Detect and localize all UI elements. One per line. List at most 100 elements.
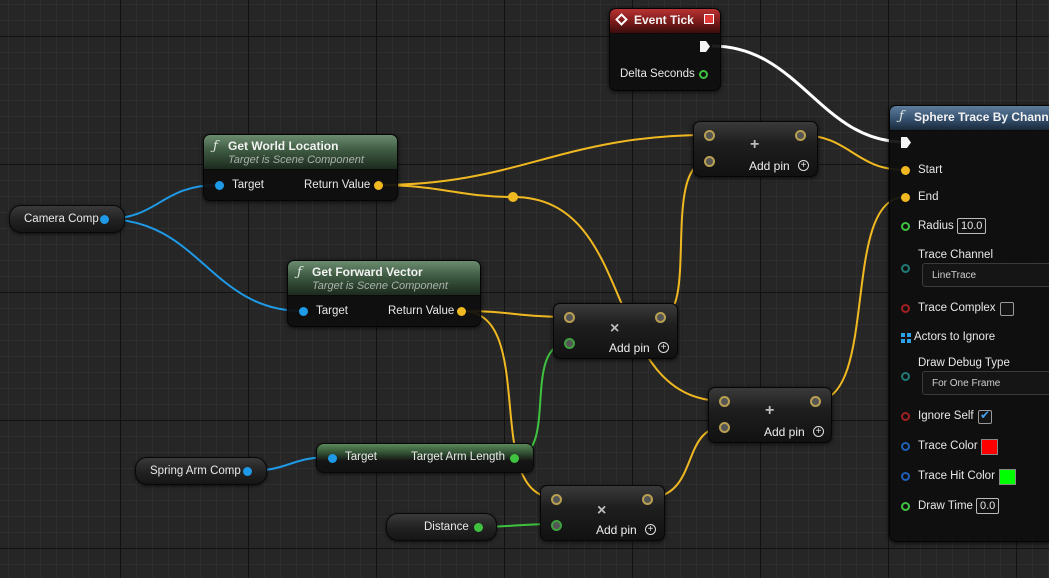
mul-mid-input-b-pin[interactable] [564,338,575,349]
event-stop-icon [704,14,714,24]
get-forward-vector-node[interactable]: ƒ Get Forward Vector Target is Scene Com… [287,260,481,327]
mul-bottom-input-a-pin[interactable] [551,494,562,505]
mul-mid-output-pin[interactable] [655,312,666,323]
event-tick-exec-out-pin[interactable] [700,41,710,52]
get-world-location-header[interactable]: ƒ Get World Location Target is Scene Com… [204,135,397,170]
function-icon: ƒ [213,139,218,154]
add-pin-plus-icon[interactable]: + [798,160,809,171]
camera-to-forward-vector-wire[interactable] [104,218,304,312]
trace-hit-color-pin[interactable] [901,472,910,481]
arm-length-to-mul-mid-wire[interactable] [513,342,570,458]
camera-comp-out-pin[interactable] [100,215,109,224]
trace-hit-color-swatch[interactable] [999,469,1016,485]
draw-time-pin[interactable] [901,502,910,511]
add-right-input-a-pin[interactable] [719,396,730,407]
checkmark-icon: ✔ [980,408,991,422]
add-pin-button[interactable]: Add pin [596,523,637,537]
trace-channel-dropdown[interactable]: LineTrace [922,263,1049,287]
array-grid-icon[interactable] [901,333,911,343]
get-forward-vector-header[interactable]: ƒ Get Forward Vector Target is Scene Com… [288,261,480,296]
add-right-node[interactable]: + Add pin + [708,387,832,443]
mul-bottom-output-pin[interactable] [642,494,653,505]
add-top-input-a-pin[interactable] [704,130,715,141]
trace-hit-color-label: Trace Hit Color [918,470,995,482]
end-pin[interactable] [901,193,910,202]
target-arm-length-node[interactable]: Target Target Arm Length [316,443,534,473]
trace-color-pin[interactable] [901,442,910,451]
add-top-output-pin[interactable] [795,130,806,141]
sphere-trace-exec-in-pin[interactable] [901,137,911,148]
draw-debug-type-value: For One Frame [932,378,1001,389]
world-location-target-label: Target [232,179,264,191]
forward-vector-target-pin[interactable] [299,307,308,316]
ignore-self-pin[interactable] [901,412,910,421]
trace-channel-value: LineTrace [932,270,977,281]
trace-channel-label: Trace Channel [918,249,994,261]
spring-arm-comp-label: Spring Arm Comp [150,465,241,477]
multiply-bottom-node[interactable]: × Add pin + [540,485,665,541]
sphere-trace-node[interactable]: ƒ Sphere Trace By Channel Start End Radi… [889,105,1049,542]
draw-debug-type-dropdown[interactable]: For One Frame [922,371,1049,395]
multiply-symbol: × [597,502,607,519]
event-tick-header[interactable]: Event Tick [610,9,720,34]
world-location-to-knot-wire[interactable] [377,184,514,198]
function-icon: ƒ [297,265,302,280]
sphere-trace-header[interactable]: ƒ Sphere Trace By Channel [890,106,1049,131]
delta-seconds-pin[interactable] [699,70,708,79]
event-tick-title: Event Tick [634,13,694,27]
sphere-trace-title: Sphere Trace By Channel [914,110,1049,124]
get-world-location-subtitle: Target is Scene Component [228,154,364,166]
camera-comp-node[interactable]: Camera Comp [9,205,125,233]
arm-length-output-label: Target Arm Length [411,451,505,463]
add-symbol: + [765,402,775,419]
radius-label: Radius [918,220,954,232]
start-pin[interactable] [901,166,910,175]
world-location-target-pin[interactable] [215,181,224,190]
mul-bottom-input-b-pin[interactable] [551,520,562,531]
spring-arm-comp-out-pin[interactable] [243,467,252,476]
trace-color-swatch[interactable] [981,439,998,455]
arm-length-target-label: Target [345,451,377,463]
trace-complex-pin[interactable] [901,304,910,313]
ignore-self-checkbox[interactable]: ✔ [978,408,992,424]
add-right-output-pin[interactable] [810,396,821,407]
add-pin-button[interactable]: Add pin [749,159,790,173]
trace-channel-pin[interactable] [901,264,910,273]
draw-time-input[interactable]: 0.0 [976,498,1000,514]
start-label: Start [918,164,943,176]
mul-mid-to-add-top-wire[interactable] [659,160,710,318]
add-right-input-b-pin[interactable] [719,422,730,433]
draw-debug-type-pin[interactable] [901,372,910,381]
distance-node[interactable]: Distance [386,513,497,541]
forward-vector-return-label: Return Value [388,305,455,317]
actors-to-ignore-label: Actors to Ignore [914,331,996,343]
add-pin-button[interactable]: Add pin [764,425,805,439]
add-top-node[interactable]: + Add pin + [693,121,818,177]
forward-vector-return-pin[interactable] [457,307,466,316]
world-location-to-add-top-wire[interactable] [377,134,710,186]
trace-complex-checkbox[interactable] [1000,302,1014,316]
event-tick-node[interactable]: Event Tick Delta Seconds [609,8,721,91]
reroute-knot[interactable] [508,192,518,202]
mul-mid-input-a-pin[interactable] [564,312,575,323]
forward-vector-target-label: Target [316,305,348,317]
arm-length-target-pin[interactable] [328,454,337,463]
world-location-return-pin[interactable] [374,181,383,190]
add-pin-plus-icon[interactable]: + [813,426,824,437]
radius-pin[interactable] [901,222,910,231]
add-pin-plus-icon[interactable]: + [645,524,656,535]
arm-length-out-pin[interactable] [510,454,519,463]
multiply-mid-node[interactable]: × Add pin + [553,303,678,359]
distance-label: Distance [424,521,469,533]
add-pin-plus-icon[interactable]: + [658,342,669,353]
get-forward-vector-subtitle: Target is Scene Component [312,280,448,292]
distance-out-pin[interactable] [474,523,483,532]
get-forward-vector-title: Get Forward Vector [312,265,423,279]
radius-input[interactable]: 10.0 [957,218,987,234]
spring-arm-comp-node[interactable]: Spring Arm Comp [135,457,267,485]
camera-comp-label: Camera Comp [24,213,99,225]
add-top-input-b-pin[interactable] [704,156,715,167]
event-diamond-icon [615,13,628,26]
get-world-location-node[interactable]: ƒ Get World Location Target is Scene Com… [203,134,398,201]
add-pin-button[interactable]: Add pin [609,341,650,355]
